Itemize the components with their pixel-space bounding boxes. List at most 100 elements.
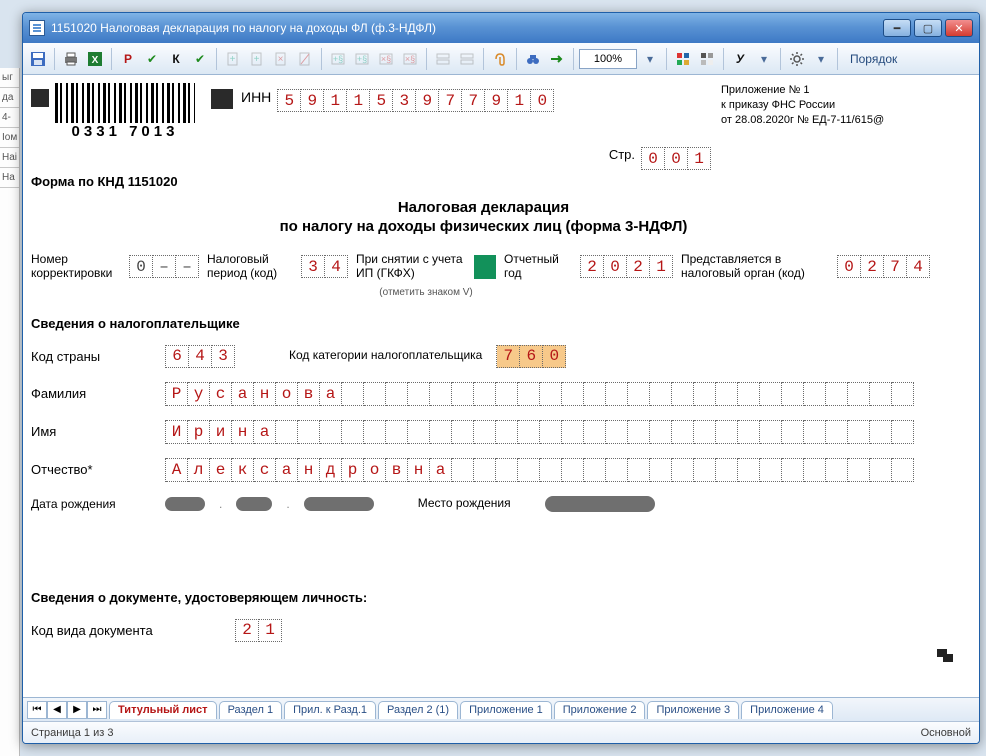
tab-nav-last[interactable]: ⏭ [87,701,107,719]
dereg-checkbox[interactable] [474,255,496,279]
report-year-field[interactable]: 2021 [580,255,673,278]
rows-add-icon[interactable] [456,48,478,70]
iddoc-section-heading: Сведения о документе, удостоверяющем лич… [31,590,936,605]
tab-приложение-1[interactable]: Приложение 1 [460,701,552,719]
u-dropdown-icon[interactable]: ▾ [753,48,775,70]
header-fields-row: Номер корректировки 0–– Налоговый период… [31,253,936,298]
doc-type-label: Код вида документа [31,623,221,638]
svg-text:+: + [230,54,236,65]
gear-icon[interactable] [786,48,808,70]
report-year-label: Отчетный год [504,253,574,281]
section-del2-icon[interactable]: ×§ [399,48,421,70]
u-button[interactable]: У [729,48,751,70]
inn-label: ИНН [241,89,271,105]
svg-text:X: X [92,55,99,66]
status-page: Страница 1 из 3 [31,727,113,739]
section-add-icon[interactable]: +§ [327,48,349,70]
firstname-field[interactable]: Ирина [165,420,914,444]
sheet-tabs: ⏮ ◀ ▶ ⏭ Титульный листРаздел 1Прил. к Ра… [23,697,979,721]
page-number-field[interactable]: 001 [641,147,711,170]
dereg-label: При снятии с учета ИП (ГКФХ) [356,253,468,281]
tab-nav-prev[interactable]: ◀ [47,701,67,719]
toolbar: X Р ✔ К ✔ + + × +§ +§ ×§ ×§ ▾ У ▾ ▾ [23,43,979,75]
window-title: 1151020 Налоговая декларация по налогу н… [51,21,883,35]
save-button[interactable] [27,48,49,70]
barcode: 0331 7013 [55,83,195,137]
authority-label: Представляется в налоговый орган (код) [681,253,831,281]
tab-прил.-к-разд.1[interactable]: Прил. к Разд.1 [284,701,376,719]
document-icon [29,20,45,36]
tax-period-field[interactable]: 34 [301,255,348,278]
country-code-field[interactable]: 643 [165,345,235,368]
category-code-label: Код категории налогоплательщика [289,349,482,363]
tab-nav-next[interactable]: ▶ [67,701,87,719]
corr-number-field[interactable]: 0–– [129,255,199,278]
clear-page-icon[interactable] [294,48,316,70]
attachment-info: Приложение № 1 к приказу ФНС России от 2… [721,81,936,143]
redacted-block [31,89,49,107]
authority-field[interactable]: 0274 [837,255,930,278]
rows-del-icon[interactable] [432,48,454,70]
tab-титульный-лист[interactable]: Титульный лист [109,701,217,719]
doc-type-field[interactable]: 21 [235,619,282,642]
goto-icon[interactable] [546,48,568,70]
content-area: 0331 7013 ИНН 591153977910 Приложение № … [23,75,979,697]
redacted-block [211,89,233,109]
attachment-icon[interactable] [489,48,511,70]
svg-text:×§: ×§ [405,54,415,64]
page-number-label: Стр. [609,147,635,170]
inn-field[interactable]: 591153977910 [277,89,554,112]
add-page2-icon[interactable]: + [246,48,268,70]
svg-text:+§: +§ [357,54,367,64]
gear-dropdown-icon[interactable]: ▾ [810,48,832,70]
taxpayer-section-heading: Сведения о налогоплательщике [31,316,936,331]
tab-приложение-3[interactable]: Приложение 3 [647,701,739,719]
print-button[interactable] [60,48,82,70]
section-del-icon[interactable]: ×§ [375,48,397,70]
form-title: Налоговая декларация по налогу на доходы… [31,199,936,235]
close-button[interactable]: ✕ [945,19,973,37]
excel-button[interactable]: X [84,48,106,70]
check-p-icon[interactable]: ✔ [141,48,163,70]
page-scroll[interactable]: 0331 7013 ИНН 591153977910 Приложение № … [23,75,979,697]
del-page-icon[interactable]: × [270,48,292,70]
patronymic-field[interactable]: Александровна [165,458,914,482]
redacted-dob [304,497,374,511]
svg-text:×: × [278,54,284,65]
tab-раздел-1[interactable]: Раздел 1 [219,701,283,719]
binoculars-icon[interactable] [522,48,544,70]
tab-приложение-4[interactable]: Приложение 4 [741,701,833,719]
surname-field[interactable]: Русанова [165,382,914,406]
k-button[interactable]: К [165,48,187,70]
zoom-dropdown-icon[interactable]: ▾ [639,48,661,70]
declaration-page: 0331 7013 ИНН 591153977910 Приложение № … [31,81,936,662]
status-bar: Страница 1 из 3 Основной [23,721,979,743]
tab-nav-first[interactable]: ⏮ [27,701,47,719]
add-page-icon[interactable]: + [222,48,244,70]
zoom-input[interactable] [579,49,637,69]
order-button[interactable]: Порядок [843,48,904,70]
application-window: 1151020 Налоговая декларация по налогу н… [22,12,980,744]
palette1-icon[interactable] [672,48,694,70]
redacted-pob [545,496,655,512]
surname-label: Фамилия [31,386,151,401]
form-code: Форма по КНД 1151020 [31,174,936,189]
dereg-note: (отметить знаком V) [379,287,472,298]
tax-period-label: Налоговый период (код) [207,253,295,281]
maximize-button[interactable]: ▢ [914,19,942,37]
titlebar[interactable]: 1151020 Налоговая декларация по налогу н… [23,13,979,43]
palette2-icon[interactable] [696,48,718,70]
tab-раздел-2-(1)[interactable]: Раздел 2 (1) [378,701,458,719]
svg-text:×§: ×§ [381,54,391,64]
recalc-button[interactable]: Р [117,48,139,70]
barcode-number: 0331 7013 [55,123,195,141]
check-k-icon[interactable]: ✔ [189,48,211,70]
category-code-field[interactable]: 760 [496,345,566,368]
tab-приложение-2[interactable]: Приложение 2 [554,701,646,719]
pob-label: Место рождения [418,497,511,511]
corr-number-label: Номер корректировки [31,253,123,281]
minimize-button[interactable]: ━ [883,19,911,37]
overlay-corner-icon[interactable] [937,649,955,663]
patronymic-label: Отчество* [31,462,151,477]
section-add2-icon[interactable]: +§ [351,48,373,70]
